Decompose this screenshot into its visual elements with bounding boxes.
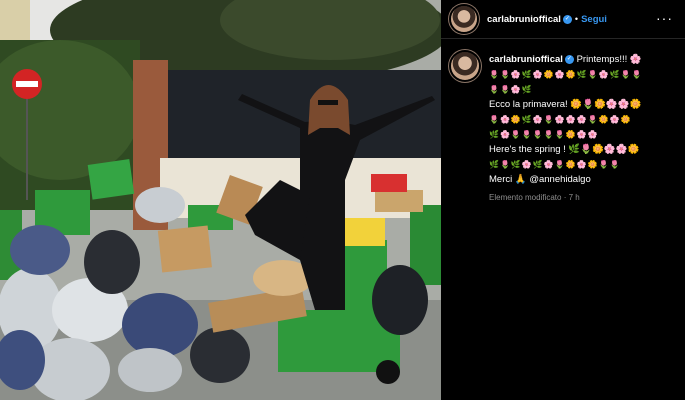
caption-line-1: Printemps!!! 🌸 [576,54,642,65]
post-time[interactable]: 7 h [569,193,580,202]
caption-body: carlabrunioffical ✓ Printemps!!! 🌸 🌷🌷🌸🌿🌸🌼… [489,52,675,205]
caption-author-avatar[interactable] [451,52,479,80]
caption-line-3: 🌷🌷🌸🌿 [489,85,533,94]
caption-verified-badge-icon: ✓ [564,54,574,64]
post-photo[interactable] [0,0,441,400]
post-caption: carlabrunioffical ✓ Printemps!!! 🌸 🌷🌷🌸🌿🌸🌼… [451,52,677,205]
time-separator: · [563,193,567,202]
verified-badge-icon: ✓ [562,14,572,24]
header-separator: • [574,14,579,24]
post-header: carlabrunioffical ✓ • Segui ··· [441,0,685,39]
follow-button[interactable]: Segui [581,14,607,25]
post-image [0,0,441,400]
post-details-panel: carlabrunioffical ✓ • Segui ··· carlabru… [441,0,685,400]
caption-line-8: 🌿🌷🌿🌸🌿🌸🌷🌼🌸🌼🌷🌷 [489,160,621,169]
instagram-post-view: carlabrunioffical ✓ • Segui ··· carlabru… [0,0,685,400]
caption-line-9: Merci 🙏 @annehidalgo [489,174,591,185]
more-options-icon[interactable]: ··· [656,10,673,26]
post-meta: Elemento modificato · 7 h [489,190,675,205]
edited-note: Elemento modificato [489,193,562,202]
caption-line-5: 🌷🌸🌼🌿🌸🌷🌸🌸🌸🌷🌼🌸🌼 [489,115,632,124]
caption-line-4: Ecco la primavera! 🌼🌷🌼🌸🌸🌼 [489,99,642,110]
caption-line-6: 🌿🌸🌷🌷🌷🌷🌷🌼🌸🌸 [489,130,599,139]
caption-username[interactable]: carlabrunioffical [489,54,563,65]
author-username[interactable]: carlabrunioffical [487,14,561,25]
caption-line-7: Here's the spring ! 🌿🌷🌼🌸🌸🌼 [489,144,640,155]
caption-line-2: 🌷🌷🌸🌿🌸🌼🌸🌼🌿🌷🌸🌿🌷🌷 [489,70,643,79]
author-avatar[interactable] [451,6,477,32]
